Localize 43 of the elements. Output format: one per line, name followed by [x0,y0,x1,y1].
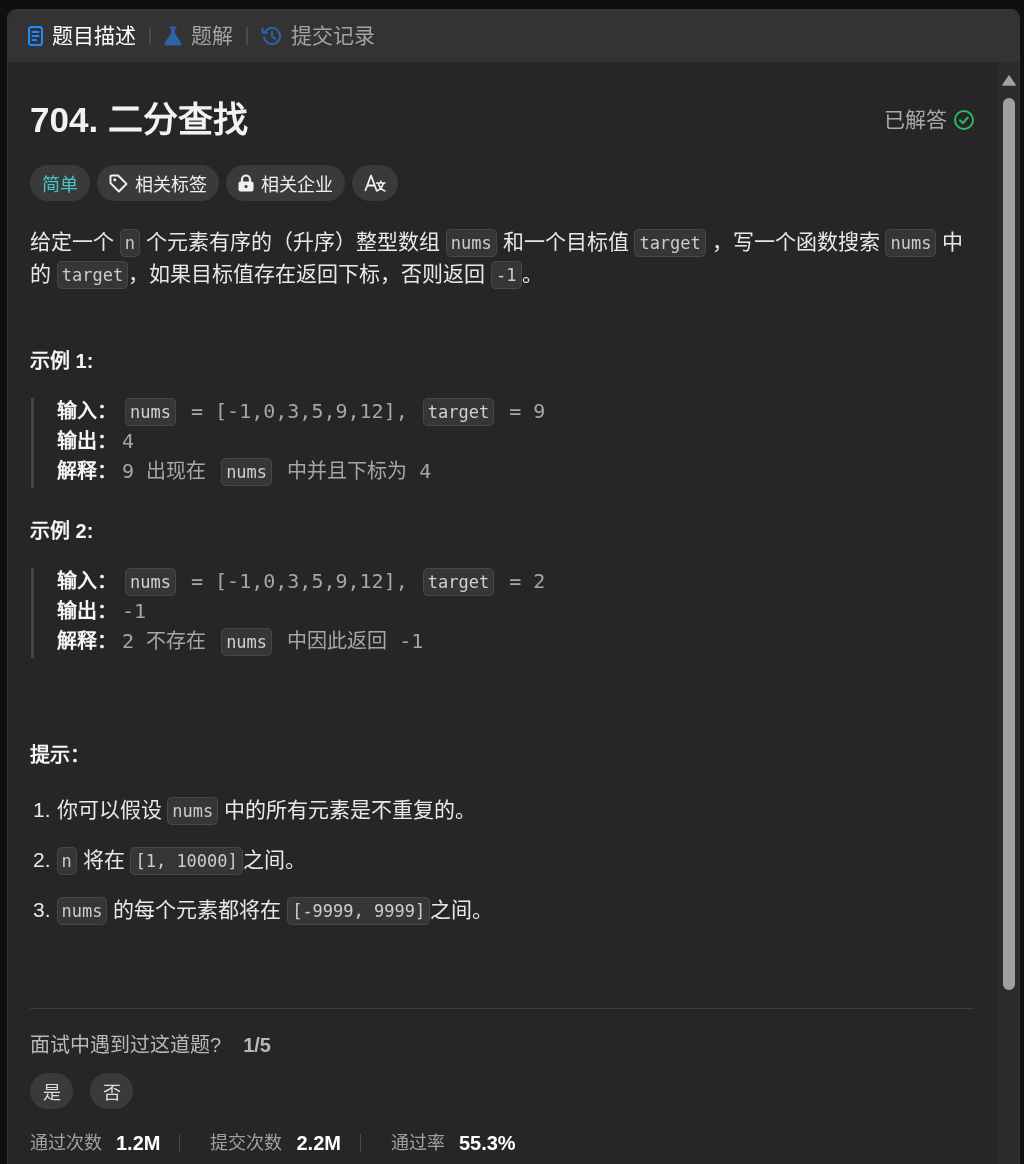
interview-question: 面试中遇到过这道题? [30,1033,222,1058]
stat-value: 55.3% [458,1131,516,1156]
problem-title: 704. 二分查找 [30,99,248,141]
stat-label: 通过率 [390,1132,445,1155]
example-line: 输入： nums = [-1,0,3,5,9,12], target = 9 [57,398,974,428]
topics-button[interactable]: 相关标签 [97,165,219,201]
list-number: 3. [33,897,51,923]
answer-button[interactable]: 否 [90,1073,133,1109]
list-number: 1. [33,797,51,823]
translate-icon [364,174,386,192]
flask-icon [164,26,182,46]
example-heading: 示例 2: [30,519,95,544]
scroll-up-icon[interactable] [1001,75,1016,86]
translate-button[interactable] [352,165,398,201]
stat-label: 提交次数 [210,1132,283,1155]
stat-value: 1.2M [116,1131,161,1156]
stat-label: 通过次数 [30,1132,102,1155]
companies-button[interactable]: 相关企业 [226,165,345,201]
answer-button[interactable]: 是 [30,1073,73,1109]
tag-icon [109,173,128,193]
interview-count: 1/5 [243,1033,271,1058]
list-number: 2. [33,847,51,873]
example-line: 输出： 4 [57,428,136,455]
constraints-heading: 提示： [30,743,91,768]
difficulty-badge: 简单 [30,165,90,201]
example-line: 输入： nums = [-1,0,3,5,9,12], target = 2 [57,568,974,598]
stat-value: 2.2M [296,1131,341,1156]
constraint-text: 你可以假设 nums 中的所有元素是不重复的。 [56,794,477,826]
problem-description: 给定一个 n 个元素有序的（升序）整型数组 nums 和一个目标值 target ，写一个函数搜索 nums 中的 target ，如果目标值存在返回下标，否则返回 -1 。 [30,226,974,290]
example-heading: 示例 1: [30,349,95,374]
history-icon [261,26,282,46]
scrollbar-thumb[interactable] [1002,98,1015,990]
document-icon [28,26,43,46]
example-line: 输出： -1 [57,598,148,625]
tab[interactable]: 提交记录 [261,22,375,50]
constraint-text: nums 的每个元素都将在 [-9999, 9999] 之间。 [56,894,494,926]
example-line: 解释： 9 出现在 nums 中并且下标为 4 [57,458,974,488]
lock-icon [238,174,254,192]
example-line: 解释： 2 不存在 nums 中因此返回 -1 [57,628,974,658]
tab[interactable]: 题解 [164,22,233,50]
solved-status: 已解答 [884,107,947,133]
constraint-text: n 将在 [1, 10000] 之间。 [56,844,306,876]
tab[interactable]: 题目描述 [28,22,136,50]
